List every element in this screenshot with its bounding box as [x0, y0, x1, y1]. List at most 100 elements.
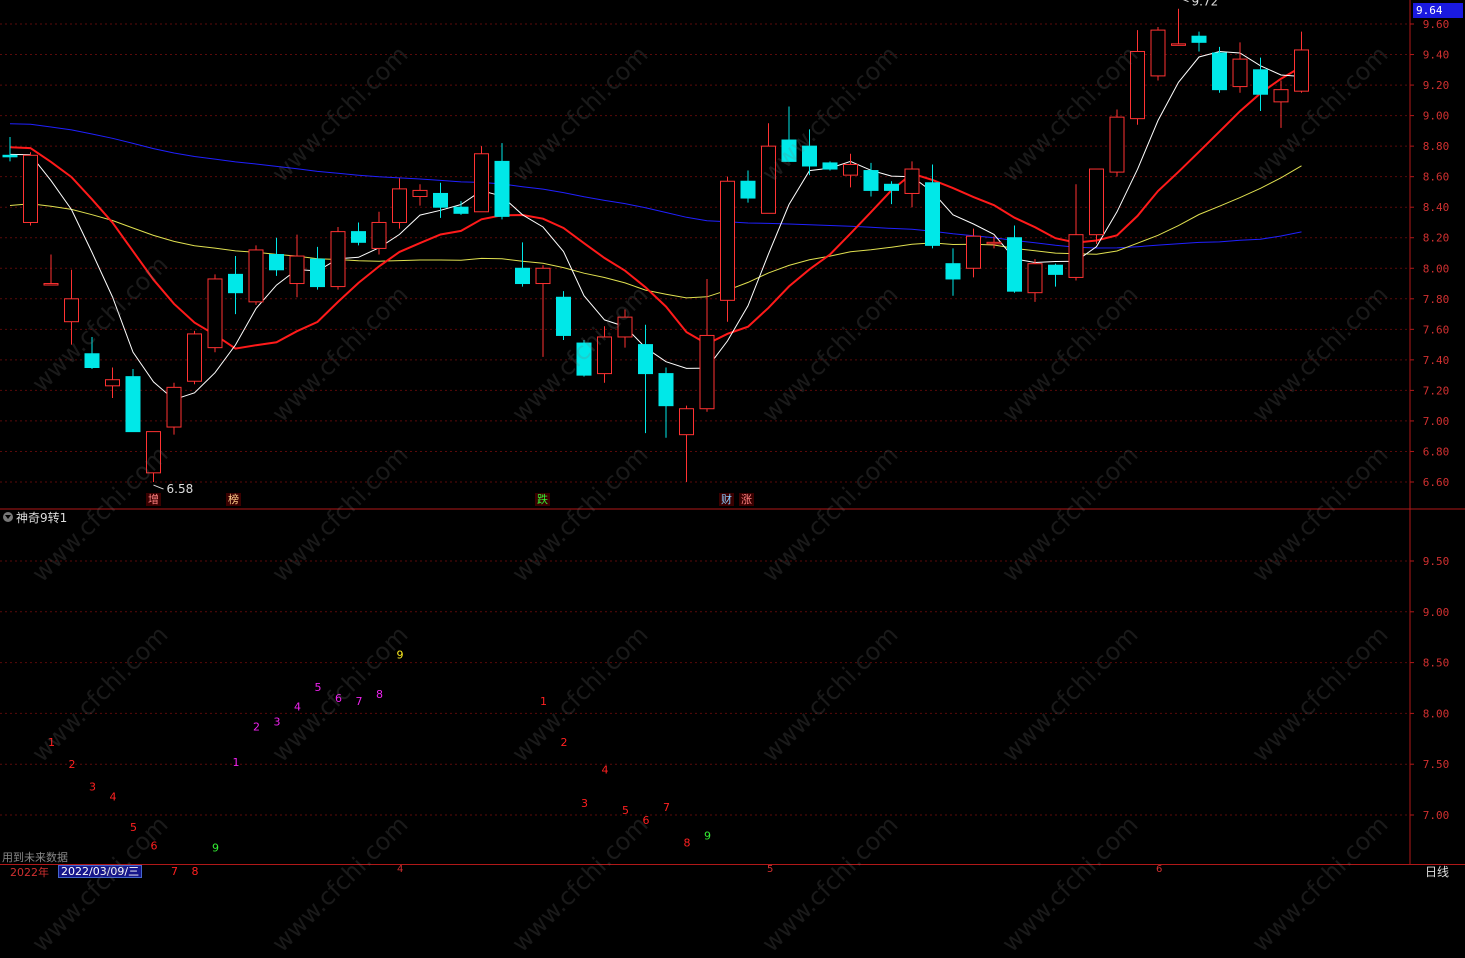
candle-body	[310, 258, 325, 288]
sequence-count-label: 9	[212, 842, 219, 855]
sequence-count-label: 8	[376, 688, 383, 701]
candle-body	[433, 192, 448, 208]
sequence-count-label: 8	[684, 836, 691, 849]
sequence-count-label: 3	[581, 797, 588, 810]
sequence-count-label: 5	[315, 681, 322, 694]
candle-body	[1232, 58, 1248, 88]
ma60-line	[9, 123, 1302, 249]
candle-body	[2, 154, 18, 158]
candle-body	[1048, 264, 1063, 275]
candle-body	[720, 180, 735, 301]
main-axis-label: 7.80	[1423, 293, 1450, 306]
sequence-count-label: 5	[622, 804, 629, 817]
stock-chart[interactable]: 9.60 9.40 9.20 9.00 8.80 8.60 8.40 8.20 8.00 7.80…	[0, 0, 1465, 877]
ma30-line	[9, 165, 1302, 299]
event-tag-bang[interactable]: 榜	[226, 493, 241, 506]
year-label: 2022年	[10, 866, 49, 879]
sequence-count-label: 4	[602, 763, 609, 776]
indicator-axis-label: 9.00	[1423, 606, 1450, 619]
candle-body	[453, 206, 469, 214]
candle-body	[474, 153, 489, 213]
candle-body	[64, 298, 79, 323]
indicator-axis-label: 7.50	[1423, 758, 1450, 771]
candle-body	[248, 249, 264, 303]
candle-body	[1171, 43, 1186, 46]
main-axis-label: 9.60	[1423, 18, 1450, 31]
candle-body	[351, 231, 366, 243]
candle-body	[84, 353, 100, 369]
candle-body	[638, 344, 653, 375]
main-axis-label: 7.20	[1423, 384, 1450, 397]
event-tag-die[interactable]: 跌	[535, 493, 550, 506]
main-axis-label: 7.40	[1423, 354, 1450, 367]
sequence-count-label: 9	[397, 648, 404, 661]
indicator-axis-label: 9.50	[1423, 555, 1450, 568]
candle-body	[105, 379, 120, 387]
candle-body	[822, 162, 838, 170]
main-axis-label: 7.60	[1423, 323, 1450, 336]
indicator-header[interactable]: 神奇9转1	[3, 509, 67, 525]
candle-body	[43, 283, 59, 286]
month-mark-apr: 4	[397, 864, 404, 875]
sequence-count-label: 6	[151, 839, 158, 852]
ma5-line	[9, 50, 1302, 401]
candle-body	[904, 168, 920, 194]
candle-body	[658, 373, 674, 407]
main-axis-label: 9.40	[1423, 49, 1450, 62]
candle-body	[802, 145, 817, 167]
period-selector[interactable]: 日线	[1425, 863, 1449, 880]
sequence-count-label: 9	[704, 829, 711, 842]
extreme-pointer	[1182, 0, 1189, 3]
candle-body	[1253, 69, 1268, 95]
indicator-title: 神奇9转1	[16, 510, 68, 525]
cursor-date-label: 2022/03/09/三	[58, 865, 143, 878]
sequence-count-label: 5	[130, 821, 137, 834]
current-price-box: 9.64	[1413, 3, 1463, 18]
candle-body	[843, 163, 858, 176]
candle-body	[863, 170, 879, 191]
candle-body	[392, 188, 407, 223]
candle-body	[228, 273, 243, 294]
main-axis-label: 8.60	[1423, 171, 1450, 184]
candle-body	[617, 316, 633, 338]
sequence-count-label: 3	[89, 781, 96, 794]
sequence-count-label: 4	[110, 791, 117, 804]
main-axis-label: 6.60	[1423, 476, 1450, 489]
sequence-count-label: 3	[274, 716, 281, 729]
candle-body	[166, 386, 182, 428]
candle-body	[986, 241, 1002, 245]
time-axis-bar[interactable]	[0, 864, 1465, 878]
candle-body	[515, 267, 530, 285]
candle-body	[1109, 116, 1125, 173]
main-axis-label: 8.40	[1423, 201, 1450, 214]
candle-body	[1027, 263, 1043, 294]
main-axis-label: 8.80	[1423, 140, 1450, 153]
extreme-label: 9.72	[1192, 0, 1219, 9]
main-axis-label: 9.20	[1423, 79, 1450, 92]
sequence-count-label: 1	[540, 695, 547, 708]
event-tag-cai[interactable]: 财	[719, 493, 734, 506]
candle-body	[781, 139, 797, 162]
candle-body	[740, 180, 756, 199]
candle-body	[535, 267, 551, 285]
main-axis-label: 7.00	[1423, 415, 1450, 428]
event-tag-zeng[interactable]: 增	[146, 493, 161, 506]
candle-body	[1089, 168, 1104, 236]
event-tag-zhang[interactable]: 涨	[739, 493, 754, 506]
sequence-count-label: 1	[48, 736, 55, 749]
main-axis-label: 9.00	[1423, 110, 1450, 123]
sequence-count-label: 2	[561, 736, 568, 749]
future-data-note: 用到未来数据	[2, 851, 68, 864]
candle-body	[1273, 89, 1289, 103]
sequence-count-label: 4	[294, 700, 301, 713]
candle-body	[125, 376, 141, 433]
candle-body	[412, 189, 428, 198]
candle-body	[576, 342, 592, 376]
candle-body	[1294, 49, 1309, 92]
candle-body	[1212, 52, 1227, 91]
collapse-icon[interactable]	[3, 512, 13, 522]
candle-body	[761, 145, 776, 214]
candle-body	[1130, 50, 1145, 120]
month-mark-jun: 6	[1156, 864, 1163, 875]
candle-body	[925, 182, 940, 246]
